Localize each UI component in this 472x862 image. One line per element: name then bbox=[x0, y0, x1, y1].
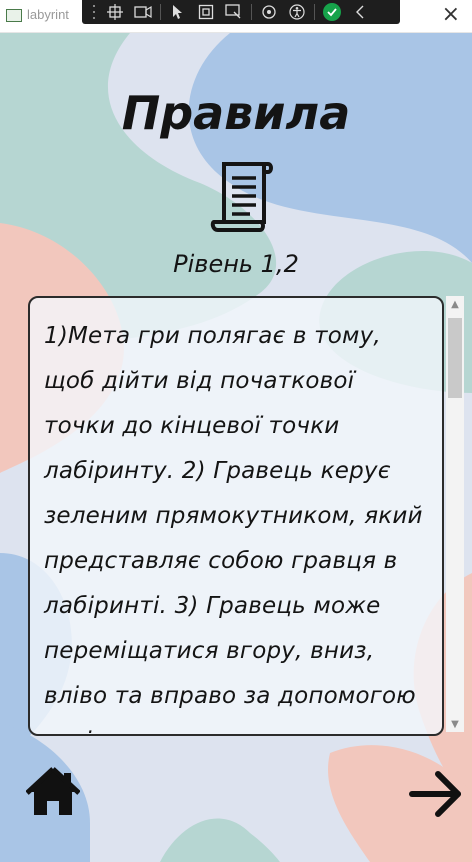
accessibility-icon[interactable] bbox=[286, 2, 308, 22]
level-label: Рівень 1,2 bbox=[173, 250, 299, 278]
scroll-thumb[interactable] bbox=[448, 318, 462, 398]
vertical-scrollbar[interactable]: ▲ ▼ bbox=[446, 296, 464, 732]
debug-toolbar bbox=[82, 0, 400, 24]
app-window-icon bbox=[6, 9, 22, 22]
page-title: Правила bbox=[121, 86, 351, 140]
scroll-icon bbox=[210, 162, 273, 232]
video-icon[interactable] bbox=[132, 2, 154, 22]
frame-icon[interactable] bbox=[195, 2, 217, 22]
drag-grip-icon[interactable] bbox=[92, 5, 98, 19]
select-element-icon[interactable] bbox=[104, 2, 126, 22]
arrow-right-icon[interactable] bbox=[408, 768, 464, 820]
chevron-left-icon[interactable] bbox=[349, 2, 371, 22]
layout-icon[interactable] bbox=[223, 2, 245, 22]
toolbar-separator bbox=[160, 4, 161, 20]
scroll-up-icon[interactable]: ▲ bbox=[446, 296, 464, 312]
home-icon[interactable] bbox=[26, 765, 80, 819]
scroll-down-icon[interactable]: ▼ bbox=[446, 716, 464, 732]
rules-text: 1)Мета гри полягає в тому, щоб дійти від… bbox=[44, 323, 423, 734]
check-icon[interactable] bbox=[321, 2, 343, 22]
pointer-icon[interactable] bbox=[167, 2, 189, 22]
toolbar-separator bbox=[251, 4, 252, 20]
hot-reload-icon[interactable] bbox=[258, 2, 280, 22]
close-icon[interactable]: × bbox=[442, 4, 460, 26]
rules-text-box[interactable]: 1)Мета гри полягає в тому, щоб дійти від… bbox=[28, 296, 444, 736]
toolbar-separator bbox=[314, 4, 315, 20]
window-title: labyrint bbox=[27, 7, 69, 22]
